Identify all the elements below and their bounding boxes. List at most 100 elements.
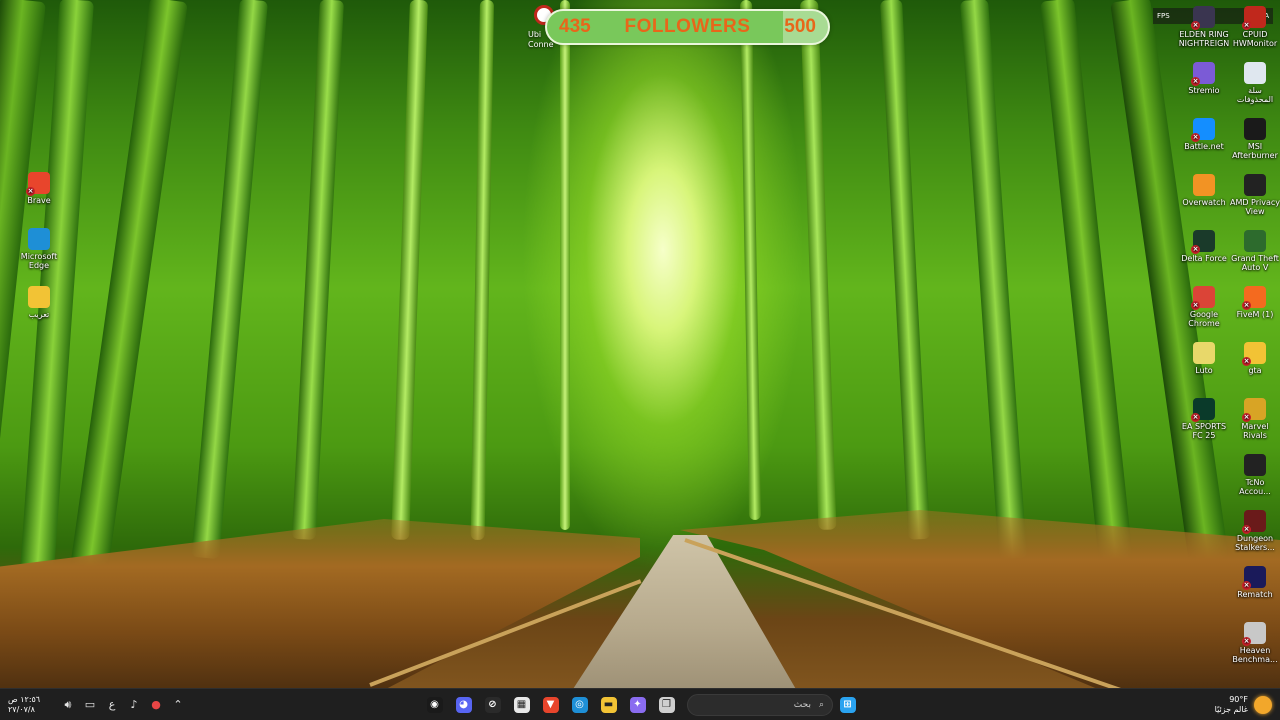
copilot-icon: ✦ [629, 697, 646, 713]
search-icon: ⌕ [818, 700, 824, 710]
ea-fc-icon: × [1191, 398, 1215, 422]
desktop-shortcut-desktop_icons_right-2[interactable]: × Stremio [1178, 62, 1230, 95]
tray-app-icon[interactable]: ● [148, 697, 164, 713]
chrome-icon: × [1191, 286, 1215, 310]
brave-icon: × [26, 172, 50, 196]
taskbar-app-5[interactable]: ◎ [568, 693, 592, 717]
desktop-shortcut-label: Luto [1195, 366, 1213, 375]
desktop-shortcut-label: gta [1248, 366, 1262, 375]
shortcut-overlay-icon: × [1242, 301, 1251, 310]
desktop-shortcut-desktop_icons_right-19[interactable]: × Heaven Benchma... [1229, 622, 1280, 664]
hwmonitor-icon: × [1242, 6, 1266, 30]
taskbar-app-1[interactable]: ◕ [452, 693, 476, 717]
taskbar-apps: ◉ ◕ ⊘ ▦ ▼ ◎ ▬ ✦ ❐ بحث ⌕ ⊞ [420, 692, 862, 718]
desktop-shortcut-label: MSI Afterburner [1232, 142, 1278, 160]
desktop-shortcut-desktop_icons_right-10[interactable]: × Google Chrome [1178, 286, 1230, 328]
desktop-shortcut-desktop_icons_right-0[interactable]: × ELDEN RING NIGHTREIGN [1178, 6, 1230, 48]
desktop-shortcut-label: Marvel Rivals [1241, 422, 1269, 440]
taskbar-app-4[interactable]: ▼ [539, 693, 563, 717]
desktop-shortcut-desktop_icons_right-16[interactable]: TcNo Accou... [1229, 454, 1280, 496]
desktop-shortcut-desktop_icons_left-1[interactable]: Microsoft Edge [13, 228, 65, 270]
afterburner-icon [1244, 118, 1266, 140]
desktop-shortcut-desktop_icons_left-0[interactable]: × Brave [13, 172, 65, 205]
taskbar-tray-left: ١٢:٥٦ ص ٢٧/٠٧/٨ 🔊︎ ▭ ع ♪ ● ⌃ [8, 691, 186, 719]
taskbar-app-8[interactable]: ❐ [655, 693, 679, 717]
desktop-shortcut-desktop_icons_right-3[interactable]: سلة المحذوفات [1229, 62, 1280, 104]
desktop-shortcut-label: تعريب [28, 310, 50, 319]
desktop-shortcut-desktop_icons_right-15[interactable]: × Marvel Rivals [1229, 398, 1280, 440]
overwatch-icon [1193, 174, 1215, 196]
clock-date: ٢٧/٠٧/٨ [8, 705, 35, 714]
desktop-shortcut-label: Microsoft Edge [20, 252, 58, 270]
desktop-shortcut-desktop_icons_right-18[interactable]: × Rematch [1229, 566, 1280, 599]
taskbar-app-2[interactable]: ⊘ [481, 693, 505, 717]
search-placeholder: بحث [793, 700, 811, 710]
gta-v-icon [1244, 230, 1266, 252]
language-indicator[interactable]: ع [104, 697, 120, 713]
desktop-shortcut-label: CPUID HWMonitor [1232, 30, 1278, 48]
desktop-shortcut-desktop_icons_right-17[interactable]: × Dungeon Stalkers... [1229, 510, 1280, 552]
task-view-icon: ❐ [658, 697, 675, 713]
tcno-icon [1244, 454, 1266, 476]
shortcut-overlay-icon: × [1242, 637, 1251, 646]
desktop-shortcut-desktop_icons_left-2[interactable]: تعريب [13, 286, 65, 319]
network-icon[interactable]: ▭ [82, 697, 98, 713]
fps-label: FPS [1157, 12, 1170, 20]
delta-force-icon: × [1191, 230, 1215, 254]
desktop-shortcut-label: Rematch [1237, 590, 1273, 599]
discord-icon: ◕ [455, 697, 472, 713]
followers-goal: 500 [784, 16, 816, 37]
edge-icon [28, 228, 50, 250]
followers-goal-widget: 435 FOLLOWERS 500 [545, 9, 830, 45]
weather-desc: غالم جزئيًا [1214, 705, 1248, 714]
volume-icon[interactable]: 🔊︎ [60, 697, 76, 713]
battlenet-icon: × [1191, 118, 1215, 142]
desktop-shortcut-desktop_icons_right-8[interactable]: × Delta Force [1178, 230, 1230, 263]
taskbar-search[interactable]: بحث ⌕ [687, 694, 833, 716]
desktop-shortcut-label: Stremio [1188, 86, 1220, 95]
taskbar-clock[interactable]: ١٢:٥٦ ص ٢٧/٠٧/٨ [8, 695, 54, 715]
chevron-up-icon[interactable]: ⌃ [170, 697, 186, 713]
edge-icon: ◎ [571, 697, 588, 713]
desktop-shortcut-label: Delta Force [1181, 254, 1227, 263]
shortcut-overlay-icon: × [1242, 581, 1251, 590]
shortcut-overlay-icon: × [1191, 301, 1200, 310]
desktop-shortcut-label: ELDEN RING NIGHTREIGN [1178, 30, 1230, 48]
dungeon-stalkers-icon: × [1242, 510, 1266, 534]
desktop-shortcut-label: Heaven Benchma... [1232, 646, 1278, 664]
taskbar-weather[interactable]: 90°F غالم جزئيًا [1215, 691, 1272, 719]
desktop-shortcut-desktop_icons_right-1[interactable]: × CPUID HWMonitor [1229, 6, 1280, 48]
shortcut-overlay-icon: × [26, 187, 35, 196]
desktop-shortcut-desktop_icons_right-14[interactable]: × EA SPORTS FC 25 [1178, 398, 1230, 440]
obs-icon: ◉ [426, 697, 443, 713]
file-explorer-icon: ▬ [600, 697, 617, 713]
desktop-shortcut-label: FiveM (1) [1236, 310, 1274, 319]
microphone-icon[interactable]: ♪ [126, 697, 142, 713]
followers-label: FOLLOWERS [624, 16, 751, 37]
taskbar-app-6[interactable]: ▬ [597, 693, 621, 717]
desktop-shortcut-label: Battle.net [1184, 142, 1224, 151]
desktop-shortcut-desktop_icons_right-6[interactable]: Overwatch [1178, 174, 1230, 207]
elden-ring-icon: × [1191, 6, 1215, 30]
shortcut-overlay-icon: × [1191, 245, 1200, 254]
start-button[interactable]: ⊞ [836, 693, 860, 717]
folder-icon: × [1242, 342, 1266, 366]
desktop-shortcut-desktop_icons_right-7[interactable]: AMD Privacy View [1229, 174, 1280, 216]
desktop-shortcut-label: Overwatch [1182, 198, 1226, 207]
desktop-shortcut-desktop_icons_right-5[interactable]: MSI Afterburner [1229, 118, 1280, 160]
desktop-shortcut-label: سلة المحذوفات [1236, 86, 1274, 104]
taskbar-app-0[interactable]: ◉ [423, 693, 447, 717]
desktop-shortcut-desktop_icons_right-9[interactable]: Grand Theft Auto V [1229, 230, 1280, 272]
shortcut-overlay-icon: × [1242, 21, 1251, 30]
desktop-shortcut-desktop_icons_right-13[interactable]: × gta [1229, 342, 1280, 375]
taskbar-app-3[interactable]: ▦ [510, 693, 534, 717]
desktop-shortcut-desktop_icons_right-11[interactable]: × FiveM (1) [1229, 286, 1280, 319]
desktop-shortcut-label: TcNo Accou... [1239, 478, 1271, 496]
taskbar-app-7[interactable]: ✦ [626, 693, 650, 717]
luto-icon [1193, 342, 1215, 364]
amd-eye-icon [1244, 174, 1266, 196]
desktop-shortcut-desktop_icons_right-4[interactable]: × Battle.net [1178, 118, 1230, 151]
microsoft-store-icon: ▦ [513, 697, 530, 713]
desktop-shortcut-desktop_icons_right-12[interactable]: Luto [1178, 342, 1230, 375]
followers-current: 435 [559, 16, 591, 37]
